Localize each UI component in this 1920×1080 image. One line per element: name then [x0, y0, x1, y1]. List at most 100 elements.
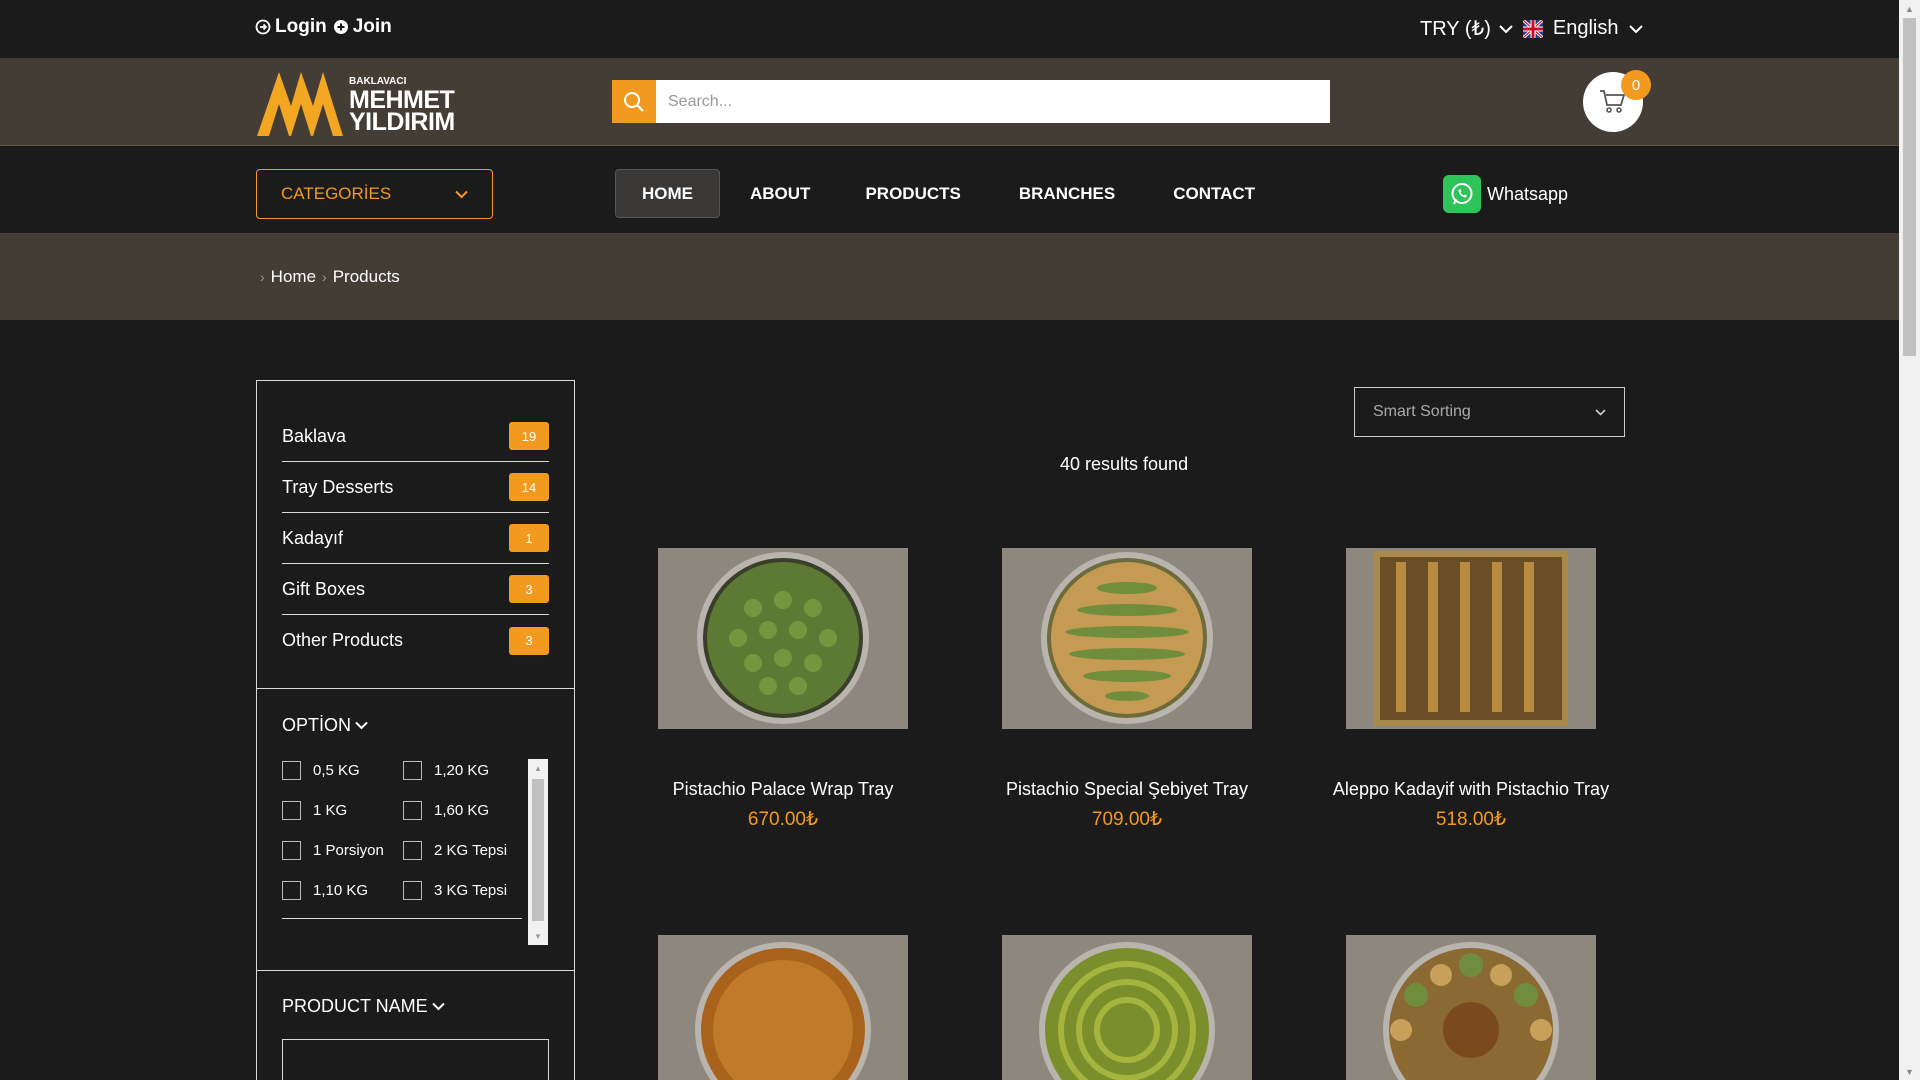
product-card[interactable]: Aleppo Kadayif with Pistachio Tray 518.0… — [1321, 548, 1621, 831]
option-checkbox[interactable]: 2 KG Tepsi — [403, 841, 507, 860]
category-item[interactable]: Baklava 19 — [282, 411, 549, 462]
language-selector[interactable]: English — [1522, 17, 1643, 40]
filter-sidebar: Baklava 19 Tray Desserts 14 Kadayıf 1 Gi… — [256, 380, 575, 1080]
nav-products[interactable]: PRODUCTS — [836, 169, 989, 218]
checkbox[interactable] — [403, 761, 422, 780]
topbar-right: TRY (₺) English — [1420, 16, 1643, 41]
product-price: 518.00₺ — [1435, 809, 1507, 830]
option-label: 1 Porsiyon — [313, 842, 384, 859]
checkbox[interactable] — [282, 881, 301, 900]
scroll-up-arrow-icon[interactable]: ▲ — [1899, 0, 1920, 17]
product-name[interactable]: Pistachio Palace Wrap Tray — [633, 779, 933, 800]
product-name[interactable]: Aleppo Kadayif with Pistachio Tray — [1321, 779, 1621, 800]
product-card[interactable] — [977, 935, 1277, 1080]
scroll-down-arrow-icon[interactable]: ▼ — [528, 927, 548, 945]
product-image[interactable] — [1002, 935, 1252, 1080]
checkbox[interactable] — [403, 841, 422, 860]
categories-label: CATEGORİES — [281, 184, 392, 203]
chevron-down-icon — [1628, 24, 1643, 33]
product-name[interactable]: Pistachio Special Şebiyet Tray — [977, 779, 1277, 800]
breadcrumb-home[interactable]: Home — [271, 267, 316, 287]
category-list: Baklava 19 Tray Desserts 14 Kadayıf 1 Gi… — [282, 411, 549, 666]
currency-selector[interactable]: TRY (₺) — [1420, 16, 1513, 41]
breadcrumb: › Home › Products — [260, 267, 400, 287]
cart-button[interactable]: 0 — [1583, 70, 1651, 132]
search-input[interactable] — [656, 80, 1330, 123]
checkbox[interactable] — [403, 801, 422, 820]
checkbox[interactable] — [282, 761, 301, 780]
option-title: OPTİON — [282, 715, 352, 735]
product-price: 670.00₺ — [747, 809, 819, 830]
category-item[interactable]: Other Products 3 — [282, 615, 549, 666]
option-label: 1 KG — [313, 802, 348, 819]
option-checkbox[interactable]: 0,5 KG — [282, 761, 360, 780]
product-card[interactable] — [1321, 935, 1621, 1080]
product-image[interactable] — [1346, 548, 1596, 729]
login-icon — [255, 19, 271, 35]
chevron-down-icon — [355, 721, 368, 730]
category-name: Tray Desserts — [282, 476, 394, 497]
page-scrollbar[interactable]: ▲ ▼ — [1899, 0, 1920, 1080]
sort-select[interactable]: Smart Sorting — [1354, 387, 1625, 437]
option-list-scrollbar[interactable]: ▲ ▼ — [528, 759, 548, 945]
auth-links: Login Join — [255, 16, 392, 38]
scroll-up-arrow-icon[interactable]: ▲ — [528, 759, 548, 777]
category-item[interactable]: Tray Desserts 14 — [282, 462, 549, 513]
nav-home[interactable]: HOME — [615, 169, 720, 218]
product-card[interactable]: Pistachio Palace Wrap Tray 670.00₺ — [633, 548, 933, 831]
cart-count-badge: 0 — [1621, 70, 1651, 100]
login-link[interactable]: Login — [255, 16, 327, 38]
nav-branches[interactable]: BRANCHES — [990, 169, 1144, 218]
checkbox[interactable] — [282, 841, 301, 860]
category-count-badge: 14 — [509, 473, 549, 501]
scroll-down-arrow-icon[interactable]: ▼ — [1899, 1063, 1920, 1080]
chevron-down-icon — [1595, 408, 1606, 416]
product-name-title: PRODUCT NAME — [282, 996, 428, 1016]
category-item[interactable]: Gift Boxes 3 — [282, 564, 549, 615]
main-nav: CATEGORİES HOME ABOUT PRODUCTS BRANCHES … — [0, 147, 1899, 233]
nav-contact[interactable]: CONTACT — [1144, 169, 1284, 218]
checkbox[interactable] — [282, 801, 301, 820]
join-label: Join — [352, 16, 392, 37]
option-checkbox[interactable]: 1,10 KG — [282, 881, 368, 900]
chevron-down-icon — [431, 1002, 445, 1011]
categories-dropdown[interactable]: CATEGORİES — [256, 169, 493, 219]
product-name-filter-toggle[interactable]: PRODUCT NAME — [282, 996, 445, 1017]
sort-label: Smart Sorting — [1373, 403, 1471, 420]
product-image[interactable] — [658, 935, 908, 1080]
search-bar — [612, 80, 1330, 123]
option-checkbox[interactable]: 1,20 KG — [403, 761, 489, 780]
product-name-input[interactable] — [282, 1039, 549, 1080]
scrollbar-thumb[interactable] — [1903, 18, 1916, 356]
category-item[interactable]: Kadayıf 1 — [282, 513, 549, 564]
chevron-down-icon — [1499, 24, 1513, 33]
category-name: Gift Boxes — [282, 578, 366, 599]
product-image[interactable] — [658, 548, 908, 729]
header: BAKLAVACI MEHMET YILDIRIM 0 — [0, 58, 1899, 146]
nav-about[interactable]: ABOUT — [724, 169, 836, 218]
scrollbar-thumb[interactable] — [532, 779, 544, 921]
product-image[interactable] — [1346, 935, 1596, 1080]
product-card[interactable]: Pistachio Special Şebiyet Tray 709.00₺ — [977, 548, 1277, 831]
results-count: 40 results found — [1060, 454, 1189, 474]
whatsapp-label: Whatsapp — [1487, 183, 1569, 204]
logo[interactable]: BAKLAVACI MEHMET YILDIRIM — [255, 64, 475, 140]
option-checkbox[interactable]: 1 Porsiyon — [282, 841, 384, 860]
option-filter-toggle[interactable]: OPTİON — [282, 715, 368, 736]
whatsapp-link[interactable]: Whatsapp — [1443, 175, 1568, 213]
option-checkbox[interactable]: 1 KG — [282, 801, 347, 820]
product-image[interactable] — [1002, 548, 1252, 729]
checkbox[interactable] — [403, 881, 422, 900]
option-checkbox[interactable]: 1,60 KG — [403, 801, 489, 820]
join-link[interactable]: Join — [333, 16, 392, 38]
product-price: 709.00₺ — [1091, 809, 1163, 830]
product-card[interactable] — [633, 935, 933, 1080]
category-count-badge: 3 — [509, 626, 549, 655]
option-checkbox[interactable]: 3 KG Tepsi — [403, 881, 507, 900]
page: Login Join TRY (₺) English BAKLAVACI MEH… — [0, 0, 1899, 1080]
top-bar: Login Join TRY (₺) English — [0, 0, 1899, 58]
currency-label: TRY (₺) — [1420, 18, 1491, 40]
option-label: 3 KG Tepsi — [434, 882, 508, 899]
logo-line-2: YILDIRIM — [349, 108, 455, 136]
search-button[interactable] — [612, 80, 656, 123]
